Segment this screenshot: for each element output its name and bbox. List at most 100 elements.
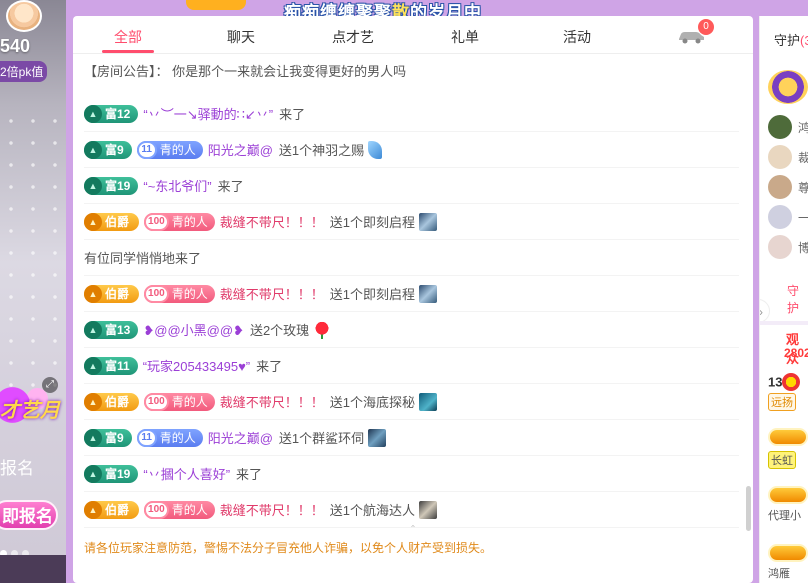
- fan-club-badge[interactable]: 100 青的人: [144, 284, 215, 303]
- level-icon: ▲: [84, 392, 102, 411]
- tab-talent[interactable]: 点才艺: [298, 27, 408, 47]
- level-icon: ▲: [84, 104, 102, 123]
- rank-tag: 远扬: [768, 393, 796, 411]
- anchor-avatar[interactable]: [6, 0, 42, 32]
- guard-avatar[interactable]: [768, 145, 792, 169]
- message-text: 送1个即刻启程: [329, 287, 415, 302]
- system-message-text: 有位同学悄悄地来了: [84, 251, 202, 266]
- tab-chat[interactable]: 聊天: [186, 27, 296, 47]
- guard-title-text: 守护: [774, 33, 801, 48]
- tab-activity[interactable]: 活动: [522, 27, 632, 47]
- pk-multiplier-tag: 2倍pk值: [0, 61, 48, 82]
- tab-gift-list[interactable]: 礼单: [410, 27, 520, 47]
- fan-club-badge[interactable]: 11 青的人: [136, 428, 203, 447]
- fan-club-badge[interactable]: 100 青的人: [144, 392, 215, 411]
- viewer-rank-1[interactable]: 13 远扬: [768, 373, 808, 411]
- chat-scrollbar[interactable]: [746, 486, 751, 531]
- gift-icon: [418, 284, 437, 303]
- fan-level: 100: [144, 392, 169, 411]
- chat-message: ▲ 伯爵 100 青的人 裁缝不带尺！！！ 送1个即刻启程: [84, 276, 739, 312]
- fan-club-badge[interactable]: 100 青的人: [144, 500, 215, 519]
- gift-icon: [418, 500, 437, 519]
- username-link[interactable]: “丷︶一↘驿動的∷↙丷”: [143, 104, 273, 123]
- username-link[interactable]: 裁缝不带尺！！！: [220, 284, 324, 303]
- fan-club-name: 青的人: [171, 287, 208, 301]
- username-link[interactable]: ❥@@小黑@@❥: [143, 320, 244, 339]
- guard-name: 裁: [798, 149, 808, 166]
- user-level-badge[interactable]: ▲ 伯爵: [84, 212, 140, 231]
- gift-icon: [418, 392, 437, 411]
- user-level-badge[interactable]: ▲ 富19: [84, 464, 139, 483]
- right-sidebar: 守护(3 鸿裁尊一博 守护 › 观众 2802 13 远扬 长虹 代理小 鸿雁: [759, 16, 808, 583]
- guard-item[interactable]: 一: [768, 202, 808, 232]
- rank-name: 鸿雁: [768, 568, 790, 580]
- gift-icon: [368, 140, 383, 159]
- username-link[interactable]: 阳光之巅@: [208, 140, 273, 159]
- user-level-badge[interactable]: ▲ 伯爵: [84, 392, 140, 411]
- username-link[interactable]: “~东北爷们”: [143, 176, 211, 195]
- level-icon: ▲: [84, 356, 102, 375]
- viewer-rank-2[interactable]: 长虹: [768, 428, 808, 469]
- guard-name: 鸿: [798, 119, 808, 136]
- gift-icon: [418, 212, 437, 231]
- user-level-badge[interactable]: ▲ 富19: [84, 176, 139, 195]
- user-level-badge[interactable]: ▲ 富13: [84, 320, 139, 339]
- guard-link[interactable]: 守护: [787, 282, 808, 316]
- fan-club-badge[interactable]: 100 青的人: [144, 212, 215, 231]
- fan-level: 100: [144, 500, 169, 519]
- collapse-icon[interactable]: ⌃: [407, 525, 419, 533]
- chevron-right-icon[interactable]: ›: [760, 299, 770, 323]
- guard-list: 鸿裁尊一博: [768, 112, 808, 262]
- level-icon: ▲: [84, 500, 102, 519]
- user-level-badge[interactable]: ▲ 伯爵: [84, 500, 140, 519]
- guard-avatar[interactable]: [768, 115, 792, 139]
- guard-avatar[interactable]: [768, 205, 792, 229]
- car-count-badge: 0: [698, 19, 714, 35]
- user-level-badge[interactable]: ▲ 富9: [84, 428, 132, 447]
- level-icon: ▲: [84, 284, 102, 303]
- username-link[interactable]: 裁缝不带尺！！！: [220, 500, 324, 519]
- username-link[interactable]: “丷摑个人喜好”: [143, 464, 230, 483]
- message-list: ▲ 富12 “丷︶一↘驿動的∷↙丷” 来了 ▲ 富9 11 青的人 阳光之巅@ 送1个神羽之赐 ▲ 富…: [84, 96, 739, 528]
- signup-button[interactable]: 即报名: [0, 500, 58, 530]
- viewer-rank-3[interactable]: 代理小: [768, 486, 808, 523]
- level-text: 富19: [105, 179, 131, 193]
- fan-level: 11: [136, 428, 157, 447]
- guard-avatar[interactable]: [768, 175, 792, 199]
- level-icon: ▲: [84, 140, 102, 159]
- chat-panel: 全部 聊天 点才艺 礼单 活动 0 【房间公告】： 你是那个一来就会让我变得更好…: [73, 16, 753, 583]
- level-text: 富19: [105, 467, 131, 481]
- chat-message: ▲ 富19 “~东北爷们” 来了: [84, 168, 739, 204]
- live-stage-preview[interactable]: 540 2倍pk值 才艺月 ⤢ 报名 即报名: [0, 0, 66, 583]
- fan-club-name: 青的人: [171, 215, 208, 229]
- guard-item[interactable]: 博: [768, 232, 808, 262]
- username-link[interactable]: 阳光之巅@: [208, 428, 273, 447]
- guard-item[interactable]: 裁: [768, 142, 808, 172]
- chat-tabs: 全部 聊天 点才艺 礼单 活动 0: [73, 16, 753, 54]
- active-tab-indicator: [102, 50, 154, 53]
- username-link[interactable]: 裁缝不带尺！！！: [220, 392, 324, 411]
- user-level-badge[interactable]: ▲ 富9: [84, 140, 132, 159]
- guard-title[interactable]: 守护(3: [774, 30, 808, 49]
- expand-icon[interactable]: ⤢: [42, 377, 58, 393]
- guard-avatar[interactable]: [768, 235, 792, 259]
- fan-club-badge[interactable]: 11 青的人: [136, 140, 203, 159]
- guard-item[interactable]: 鸿: [768, 112, 808, 142]
- message-text: 来了: [256, 359, 283, 374]
- guard-item[interactable]: 尊: [768, 172, 808, 202]
- pk-count: 540: [0, 36, 31, 56]
- user-level-badge[interactable]: ▲ 富12: [84, 104, 139, 123]
- username-link[interactable]: 裁缝不带尺！！！: [220, 212, 324, 231]
- user-level-badge[interactable]: ▲ 伯爵: [84, 284, 140, 303]
- viewer-rank-4[interactable]: 鸿雁: [768, 544, 808, 581]
- user-level-badge[interactable]: ▲ 富11: [84, 356, 138, 375]
- fraud-warning: 请各位玩家注意防范，警惕不法分子冒充他人诈骗，以免个人财产受到损失。: [84, 541, 493, 555]
- noble-crown-icon: [768, 544, 808, 562]
- username-link[interactable]: “玩家205433495♥”: [143, 356, 250, 375]
- tab-all[interactable]: 全部: [73, 27, 183, 47]
- level-text: 富13: [105, 323, 131, 337]
- message-text: 送1个海底探秘: [329, 395, 415, 410]
- chat-message: ▲ 富11 “玩家205433495♥” 来了: [84, 348, 739, 384]
- talent-month-text: 才艺月: [0, 400, 60, 422]
- carousel-dots[interactable]: [0, 545, 50, 557]
